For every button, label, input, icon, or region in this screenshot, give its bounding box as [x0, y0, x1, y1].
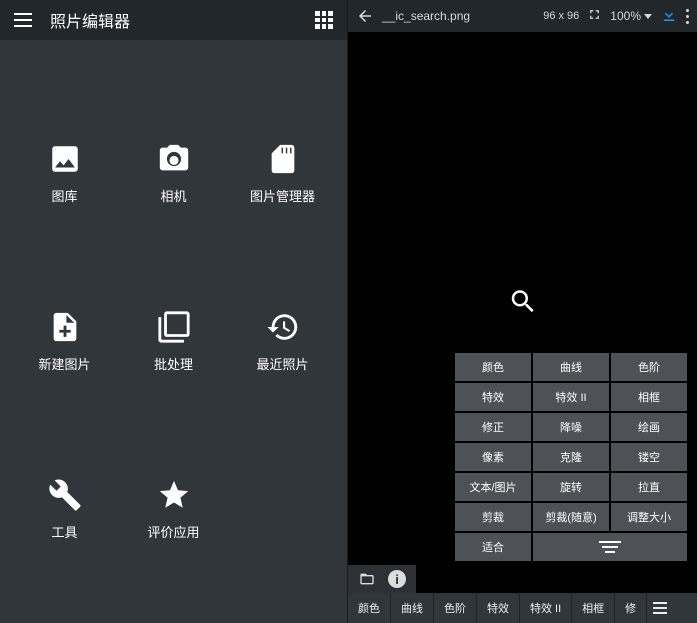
- batch-button[interactable]: 批处理: [119, 258, 228, 426]
- filter-none-icon: [157, 310, 191, 344]
- search-icon: [508, 286, 538, 321]
- tool-text[interactable]: 文本/图片: [455, 473, 531, 501]
- tab-color[interactable]: 颜色: [348, 593, 391, 623]
- tool-cutout[interactable]: 镂空: [611, 443, 687, 471]
- chevron-down-icon: [644, 14, 652, 19]
- rate-button[interactable]: 评价应用: [119, 425, 228, 593]
- history-icon: [266, 310, 300, 344]
- folder-button[interactable]: [352, 565, 382, 593]
- back-button[interactable]: [356, 7, 374, 25]
- tab-correct[interactable]: 修: [615, 593, 647, 623]
- tool-correct[interactable]: 修正: [455, 413, 531, 441]
- editor-panel: __ic_search.png 96 x 96 100% 颜色 曲线 色阶 特效…: [348, 0, 697, 623]
- tool-denoise[interactable]: 降噪: [533, 413, 609, 441]
- sort-icon: [599, 541, 621, 553]
- manager-label: 图片管理器: [250, 186, 315, 205]
- note-add-icon: [48, 310, 82, 344]
- tab-frame[interactable]: 相框: [572, 593, 615, 623]
- recent-label: 最近照片: [256, 354, 308, 373]
- tab-effects2[interactable]: 特效 II: [520, 593, 572, 623]
- info-button[interactable]: i: [382, 565, 412, 593]
- tool-straighten[interactable]: 拉直: [611, 473, 687, 501]
- editor-header: __ic_search.png 96 x 96 100%: [348, 0, 697, 32]
- zoom-dropdown[interactable]: 100%: [610, 9, 652, 23]
- info-icon: i: [388, 570, 406, 588]
- bottom-tabstrip: 颜色 曲线 色阶 特效 特效 II 相框 修: [348, 593, 697, 623]
- tab-effects[interactable]: 特效: [477, 593, 520, 623]
- manager-button[interactable]: 图片管理器: [228, 90, 337, 258]
- dimensions-label: 96 x 96: [543, 10, 579, 22]
- rate-label: 评价应用: [147, 522, 199, 541]
- filename-label: __ic_search.png: [382, 9, 535, 23]
- tool-freecrop[interactable]: 剪裁(随意): [533, 503, 609, 531]
- tools-label: 工具: [51, 522, 77, 541]
- app-title: 照片编辑器: [50, 8, 315, 32]
- home-header: 照片编辑器: [0, 0, 347, 40]
- tool-effects2[interactable]: 特效 II: [533, 383, 609, 411]
- newimg-label: 新建图片: [38, 354, 90, 373]
- camera-label: 相机: [160, 186, 186, 205]
- tool-frame[interactable]: 相框: [611, 383, 687, 411]
- tool-draw[interactable]: 绘画: [611, 413, 687, 441]
- zoom-value: 100%: [610, 9, 641, 23]
- sdcard-icon: [266, 142, 300, 176]
- star-icon: [157, 478, 191, 512]
- tool-color[interactable]: 颜色: [455, 353, 531, 381]
- tool-effects[interactable]: 特效: [455, 383, 531, 411]
- newimg-button[interactable]: 新建图片: [10, 258, 119, 426]
- empty-cell: [228, 425, 337, 593]
- more-button[interactable]: [686, 9, 689, 24]
- tools-button[interactable]: 工具: [10, 425, 119, 593]
- tool-clone[interactable]: 克隆: [533, 443, 609, 471]
- tool-levels[interactable]: 色阶: [611, 353, 687, 381]
- tool-curves[interactable]: 曲线: [533, 353, 609, 381]
- gallery-label: 图库: [51, 186, 77, 205]
- tool-crop[interactable]: 剪裁: [455, 503, 531, 531]
- tool-sort-button[interactable]: [533, 533, 687, 561]
- tool-rotate[interactable]: 旋转: [533, 473, 609, 501]
- camera-icon: [157, 142, 191, 176]
- fullscreen-button[interactable]: [587, 7, 602, 25]
- tool-fit[interactable]: 适合: [455, 533, 531, 561]
- menu-icon[interactable]: [14, 13, 32, 27]
- tool-pixel[interactable]: 像素: [455, 443, 531, 471]
- tab-curves[interactable]: 曲线: [391, 593, 434, 623]
- home-panel: 照片编辑器 图库 相机 图片管理器 新建图片 批处理 最近照片: [0, 0, 348, 623]
- tool-popup-grid: 颜色 曲线 色阶 特效 特效 II 相框 修正 降噪 绘画 像素 克隆 镂空 文…: [455, 353, 687, 561]
- batch-label: 批处理: [154, 354, 193, 373]
- apps-grid-icon[interactable]: [315, 11, 333, 29]
- home-grid: 图库 相机 图片管理器 新建图片 批处理 最近照片 工具 评价应用: [0, 40, 347, 623]
- tab-more-button[interactable]: [647, 593, 673, 623]
- download-button[interactable]: [660, 6, 678, 27]
- wrench-icon: [48, 478, 82, 512]
- recent-button[interactable]: 最近照片: [228, 258, 337, 426]
- canvas-toolbar: i: [348, 565, 416, 593]
- gallery-button[interactable]: 图库: [10, 90, 119, 258]
- image-canvas[interactable]: 颜色 曲线 色阶 特效 特效 II 相框 修正 降噪 绘画 像素 克隆 镂空 文…: [348, 32, 697, 623]
- tool-resize[interactable]: 调整大小: [611, 503, 687, 531]
- image-icon: [48, 142, 82, 176]
- tab-levels[interactable]: 色阶: [434, 593, 477, 623]
- camera-button[interactable]: 相机: [119, 90, 228, 258]
